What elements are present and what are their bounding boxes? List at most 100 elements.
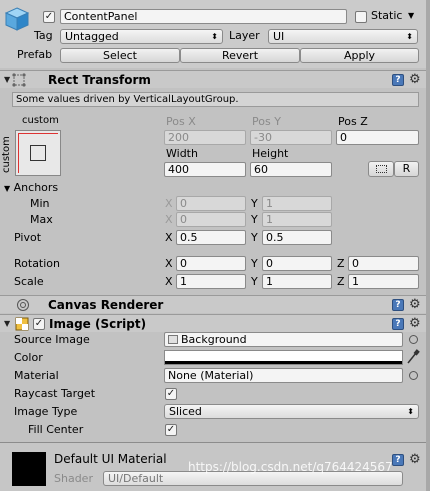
anchor-preset-top-label: custom [22,115,59,126]
width-label: Width [166,147,198,160]
scale-label: Scale [14,275,44,288]
width-field[interactable]: 400 [164,162,246,177]
pivot-label: Pivot [14,231,42,244]
image-type-label: Image Type [14,405,78,418]
pivot-y-field[interactable]: 0.5 [262,230,332,245]
prefab-label: Prefab [17,48,53,61]
scale-x-field[interactable]: 1 [176,274,246,289]
layer-value: UI [273,30,285,43]
color-swatch[interactable] [164,350,403,365]
rot-z-field[interactable]: 0 [348,256,419,271]
help-icon[interactable]: ? [392,318,404,330]
min-x-field: 0 [176,196,246,211]
source-image-field[interactable]: Background [164,332,403,347]
alpha-bar [165,361,402,364]
foldout-arrow-icon[interactable]: ▼ [4,75,10,85]
max-y-axis-label: Y [251,213,258,226]
material-label: Material [14,369,59,382]
scale-y-field[interactable]: 1 [262,274,332,289]
min-y-axis-label: Y [251,197,258,210]
pos-x-field: 200 [164,130,246,145]
material-field[interactable]: None (Material) [164,368,403,383]
active-checkbox[interactable]: ✓ [43,11,55,23]
material-thumbnail [12,452,46,486]
tag-dropdown[interactable]: Untagged ⬍ [60,29,223,44]
static-checkbox[interactable] [355,11,367,23]
max-label: Max [30,213,53,226]
image-enabled-checkbox[interactable]: ✓ [33,318,45,330]
image-type-value: Sliced [169,405,202,418]
shader-label: Shader [54,472,93,485]
canvas-renderer-header[interactable]: Canvas Renderer ? ⚙ [0,295,430,313]
object-picker-icon[interactable] [409,371,418,380]
tag-label: Tag [34,29,53,42]
chevron-updown-icon: ⬍ [211,32,218,41]
gear-icon[interactable]: ⚙ [409,73,421,86]
watermark: https://blog.csdn.net/q764424567 [188,460,393,474]
rot-y-axis-label: Y [251,257,258,270]
cube-icon [4,6,30,32]
chevron-updown-icon: ⬍ [406,32,413,41]
help-icon[interactable]: ? [392,299,404,311]
shader-value: UI/Default [108,472,164,485]
pivot-y-axis-label: Y [251,231,258,244]
rotation-label: Rotation [14,257,61,270]
prefab-select-button[interactable]: Select [60,48,180,63]
rot-z-axis-label: Z [337,257,345,270]
static-label: Static [371,9,403,22]
prefab-apply-button[interactable]: Apply [300,48,419,63]
anchor-preset-rect [30,145,46,161]
raycast-target-checkbox[interactable]: ✓ [165,388,177,400]
tag-value: Untagged [65,30,119,43]
scale-z-field[interactable]: 1 [348,274,419,289]
scale-z-axis-label: Z [337,275,345,288]
layer-dropdown[interactable]: UI ⬍ [268,29,418,44]
pos-z-field[interactable]: 0 [336,130,419,145]
dotted-rect-icon [376,165,387,173]
min-y-field: 1 [262,196,332,211]
canvas-renderer-title: Canvas Renderer [48,298,164,312]
gear-icon[interactable]: ⚙ [409,298,421,311]
anchor-preset-button[interactable] [15,130,61,176]
raw-edit-button[interactable]: R [394,161,419,177]
pos-x-label: Pos X [166,115,196,128]
fill-center-label: Fill Center [28,423,84,436]
name-field[interactable]: ContentPanel [60,9,347,24]
max-y-field: 1 [262,212,332,227]
material-preview-section: Default UI Material Shader UI/Default ? … [0,442,430,491]
pivot-x-field[interactable]: 0.5 [176,230,246,245]
image-component-icon [15,317,29,331]
scrollbar[interactable] [426,0,430,491]
prefab-revert-button[interactable]: Revert [180,48,300,63]
canvas-renderer-icon [16,298,30,312]
object-picker-icon[interactable] [409,335,418,344]
help-icon[interactable]: ? [392,74,404,86]
rot-y-field[interactable]: 0 [262,256,332,271]
fill-center-checkbox[interactable]: ✓ [165,424,177,436]
rot-x-field[interactable]: 0 [176,256,246,271]
pivot-x-axis-label: X [165,231,173,244]
image-script-header[interactable]: ▼ ✓ Image (Script) ? ⚙ [0,314,430,332]
chevron-updown-icon: ⬍ [407,407,414,416]
height-label: Height [252,147,289,160]
static-dropdown-arrow[interactable]: ▼ [408,9,414,23]
source-image-value: Background [181,333,247,346]
anchors-foldout[interactable]: ▼ Anchors [4,181,58,196]
rect-transform-header[interactable]: ▼ Rect Transform ? ⚙ [0,70,430,88]
foldout-arrow-icon[interactable]: ▼ [4,319,10,329]
pos-y-label: Pos Y [252,115,281,128]
anchors-label: Anchors [13,181,59,194]
pos-z-label: Pos Z [338,115,368,128]
layer-label: Layer [229,29,260,42]
blueprint-mode-button[interactable] [368,161,394,177]
height-field[interactable]: 60 [250,162,332,177]
eyedropper-icon[interactable] [406,349,420,365]
gear-icon[interactable]: ⚙ [409,453,421,466]
gear-icon[interactable]: ⚙ [409,317,421,330]
scale-y-axis-label: Y [251,275,258,288]
image-type-dropdown[interactable]: Sliced ⬍ [164,404,419,419]
rect-transform-icon [11,72,27,88]
sprite-icon [168,335,178,344]
help-icon[interactable]: ? [392,454,404,466]
pos-y-field: -30 [250,130,332,145]
